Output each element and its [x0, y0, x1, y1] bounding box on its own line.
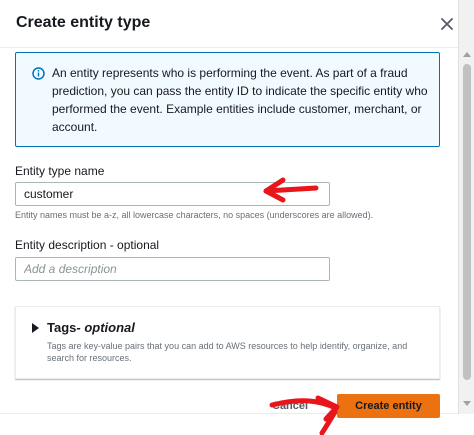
info-alert: An entity represents who is performing t… [15, 52, 440, 147]
scrollbar[interactable] [458, 0, 474, 414]
entity-type-name-constraint: Entity names must be a-z, all lowercase … [15, 210, 374, 220]
tags-description: Tags are key-value pairs that you can ad… [47, 341, 408, 363]
tags-title: Tags [47, 320, 77, 335]
modal-title: Create entity type [16, 14, 151, 31]
entity-type-name-input[interactable] [15, 182, 330, 206]
entity-description-input[interactable] [15, 257, 330, 281]
tags-optional-label: - optional [76, 320, 135, 335]
entity-description-label: Entity description - optional [15, 238, 160, 252]
info-text: An entity represents who is performing t… [52, 66, 428, 134]
create-entity-type-modal: Create entity type An entity represents … [0, 0, 474, 435]
create-entity-button[interactable]: Create entity [337, 394, 440, 418]
caret-right-icon [32, 322, 39, 333]
cancel-button[interactable]: Cancel [272, 397, 308, 415]
info-icon [32, 67, 45, 80]
tags-expand-toggle[interactable]: Tags - optional [32, 320, 135, 335]
tags-panel: Tags - optional Tags are key-value pairs… [15, 306, 440, 379]
scrollbar-thumb[interactable] [463, 64, 471, 380]
modal-header: Create entity type [0, 0, 458, 48]
scroll-up-icon[interactable] [462, 50, 472, 58]
scroll-down-icon[interactable] [462, 400, 472, 408]
close-button[interactable] [436, 13, 458, 35]
close-icon [441, 18, 453, 30]
entity-type-name-label: Entity type name [15, 164, 105, 178]
